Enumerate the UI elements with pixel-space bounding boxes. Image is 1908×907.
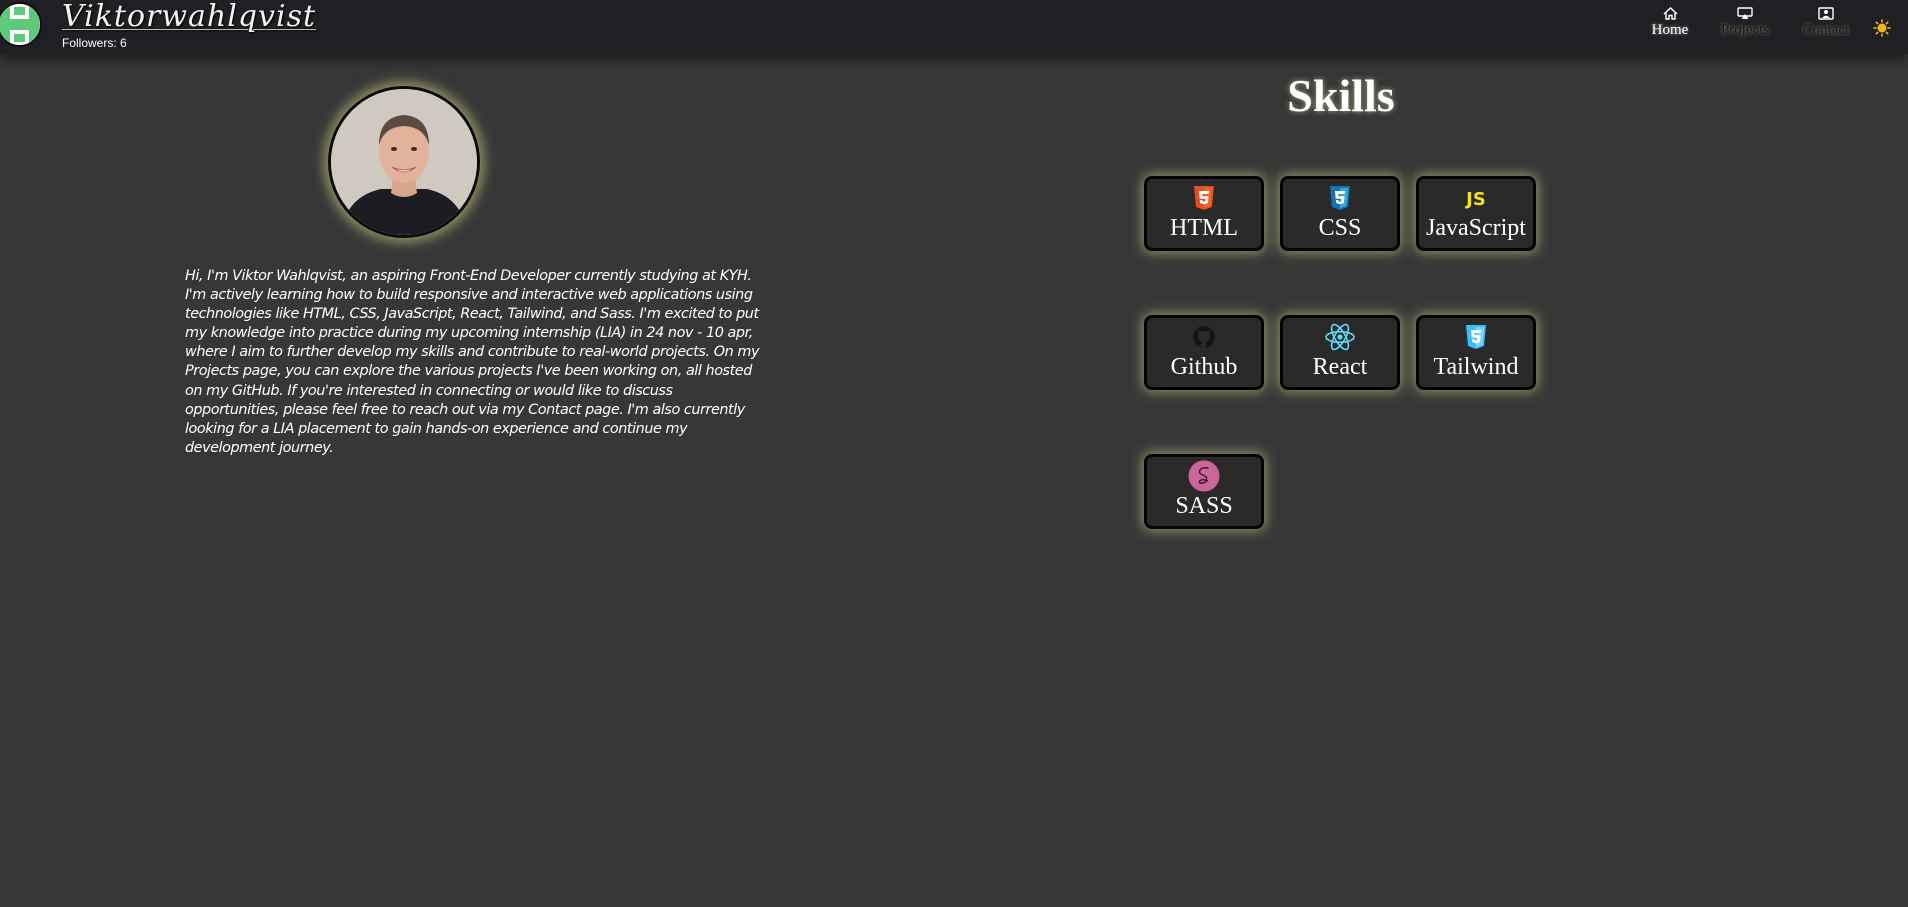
skill-label-javascript: JavaScript [1426, 215, 1526, 241]
skills-title: Skills [1287, 70, 1395, 121]
bio-text: Hi, I'm Viktor Wahlqvist, an aspiring Fr… [185, 268, 760, 456]
site-title[interactable]: Viktorwahlqvist [62, 0, 316, 34]
nav-contact-label: Contact [1802, 22, 1850, 38]
contact-icon [1818, 7, 1834, 20]
css3-icon [1329, 181, 1351, 215]
svg-text:JS: JS [1464, 189, 1486, 210]
skill-label-github: Github [1170, 354, 1238, 380]
javascript-icon: JS [1463, 181, 1489, 215]
followers-count: Followers: 6 [62, 36, 127, 50]
react-icon [1324, 320, 1356, 354]
skill-card-javascript[interactable]: JS JavaScript [1416, 176, 1536, 251]
skill-card-react[interactable]: React [1280, 315, 1400, 390]
nav-home[interactable]: Home [1648, 7, 1692, 39]
skill-card-css[interactable]: CSS [1280, 176, 1400, 251]
skill-label-html: HTML [1170, 215, 1238, 241]
home-icon [1662, 7, 1678, 20]
sun-icon [1873, 19, 1891, 37]
nav-contact[interactable]: Contact [1797, 7, 1855, 39]
skill-label-css: CSS [1318, 215, 1362, 241]
nav-home-label: Home [1651, 22, 1689, 38]
skill-card-sass[interactable]: SASS [1144, 454, 1264, 529]
sass-icon [1188, 459, 1220, 493]
projects-icon [1737, 7, 1753, 19]
navbar: Viktorwahlqvist Followers: 6 Home Projec… [0, 0, 1908, 54]
nav-projects[interactable]: Projects [1716, 7, 1774, 39]
skill-card-html[interactable]: HTML [1144, 176, 1264, 251]
skill-card-tailwind[interactable]: Tailwind [1416, 315, 1536, 390]
theme-toggle-button[interactable] [1873, 19, 1891, 37]
tailwind-icon [1465, 320, 1487, 354]
html5-icon [1193, 181, 1215, 215]
skill-card-github[interactable]: Github [1144, 315, 1264, 390]
github-identicon-icon[interactable] [0, 2, 42, 47]
skill-label-sass: SASS [1175, 493, 1233, 519]
skill-label-tailwind: Tailwind [1433, 354, 1519, 380]
skill-label-react: React [1312, 354, 1368, 380]
nav-projects-label: Projects [1720, 22, 1770, 38]
profile-photo [328, 86, 480, 238]
github-icon [1192, 320, 1216, 354]
